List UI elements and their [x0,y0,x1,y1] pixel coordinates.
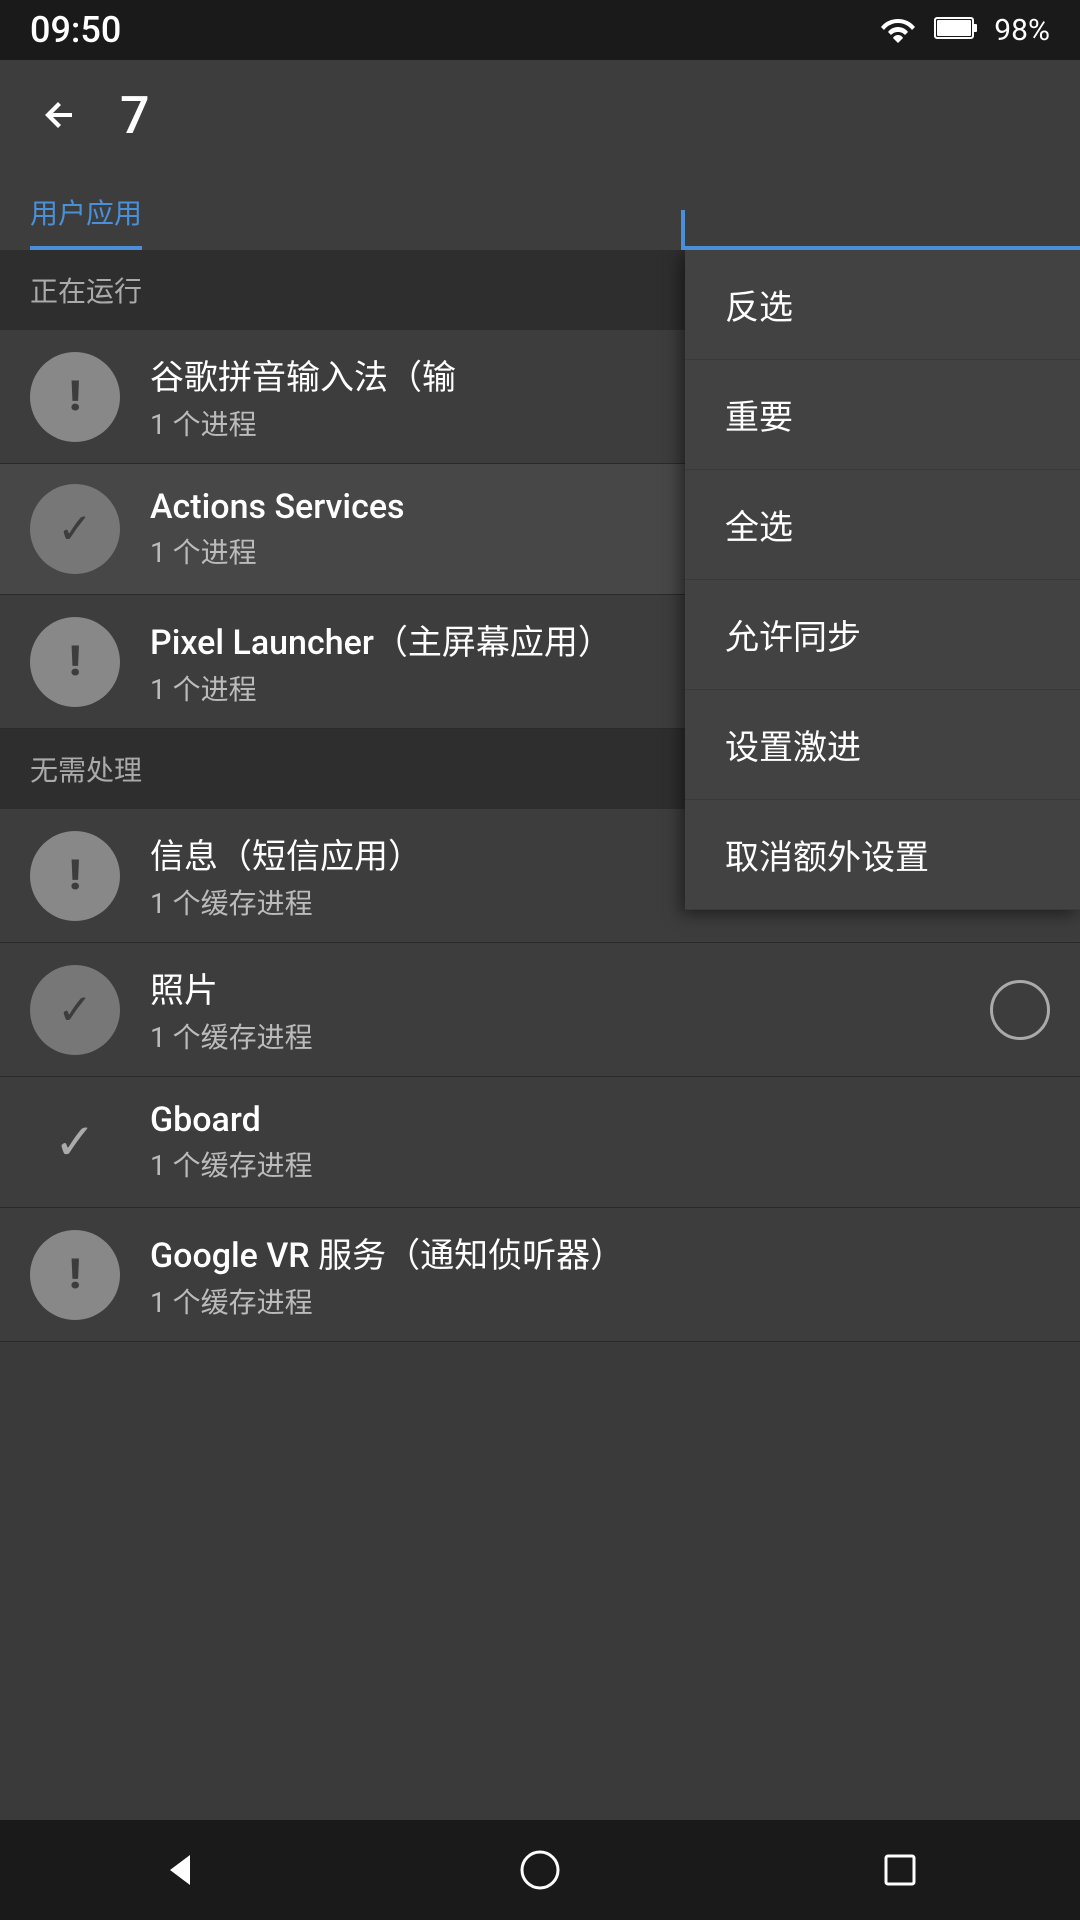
app-icon-messages: ! [30,831,120,921]
app-item-googlevr[interactable]: ! Google VR 服务（通知侦听器） 1 个缓存进程 [0,1208,1080,1342]
dropdown-item-1[interactable]: 重要 [685,360,1080,470]
nav-home-button[interactable] [500,1830,580,1910]
dropdown-item-5[interactable]: 取消额外设置 [685,800,1080,910]
app-item-photos[interactable]: ✓ 照片 1 个缓存进程 [0,943,1080,1077]
status-icons: 98% [878,13,1050,48]
nav-recent-button[interactable] [860,1830,940,1910]
section-running-title: 正在运行 [30,270,142,310]
battery-icon [934,14,978,46]
app-name-gboard: Gboard [150,1100,1050,1140]
dropdown-label-0: 反选 [725,280,793,329]
app-icon-pinyin: ! [30,352,120,442]
dropdown-label-2: 全选 [725,500,793,549]
main-content: 正在运行 ! 谷歌拼音输入法（输 1 个进程 ✓ Actions Service… [0,250,1080,1920]
status-time: 09:50 [30,9,121,51]
dropdown-label-3: 允许同步 [725,610,861,659]
app-sub-googlevr: 1 个缓存进程 [150,1281,1050,1321]
app-item-gboard[interactable]: ✓ Gboard 1 个缓存进程 [0,1077,1080,1208]
top-bar: 7 [0,60,1080,170]
dropdown-label-1: 重要 [725,390,793,439]
battery-percent: 98% [994,13,1050,48]
dropdown-menu: 反选 重要 全选 允许同步 设置激进 取消额外设置 [685,250,1080,910]
nav-back-button[interactable] [140,1830,220,1910]
app-sub-gboard: 1 个缓存进程 [150,1144,1050,1184]
app-icon-photos: ✓ [30,965,120,1055]
back-button[interactable] [30,85,90,145]
dropdown-item-4[interactable]: 设置激进 [685,690,1080,800]
app-icon-gboard: ✓ [30,1097,120,1187]
app-name-googlevr: Google VR 服务（通知侦听器） [150,1228,1050,1277]
dropdown-item-3[interactable]: 允许同步 [685,580,1080,690]
wifi-icon [878,13,918,47]
section-noprocess-title: 无需处理 [30,749,142,789]
app-icon-pixel: ! [30,617,120,707]
dropdown-item-0[interactable]: 反选 [685,250,1080,360]
radio-btn-photos[interactable] [990,980,1050,1040]
dropdown-label-4: 设置激进 [725,720,861,769]
app-icon-googlevr: ! [30,1230,120,1320]
app-icon-actions: ✓ [30,484,120,574]
status-bar: 09:50 98% [0,0,1080,60]
dropdown-item-2[interactable]: 全选 [685,470,1080,580]
app-info-photos: 照片 1 个缓存进程 [150,963,960,1056]
tab-user-apps[interactable]: 用户应用 [30,192,142,250]
app-name-photos: 照片 [150,963,960,1012]
app-info-googlevr: Google VR 服务（通知侦听器） 1 个缓存进程 [150,1228,1050,1321]
page-title: 7 [120,85,150,146]
dropdown-label-5: 取消额外设置 [725,830,929,879]
app-sub-photos: 1 个缓存进程 [150,1016,960,1056]
nav-bar [0,1820,1080,1920]
app-info-gboard: Gboard 1 个缓存进程 [150,1100,1050,1184]
